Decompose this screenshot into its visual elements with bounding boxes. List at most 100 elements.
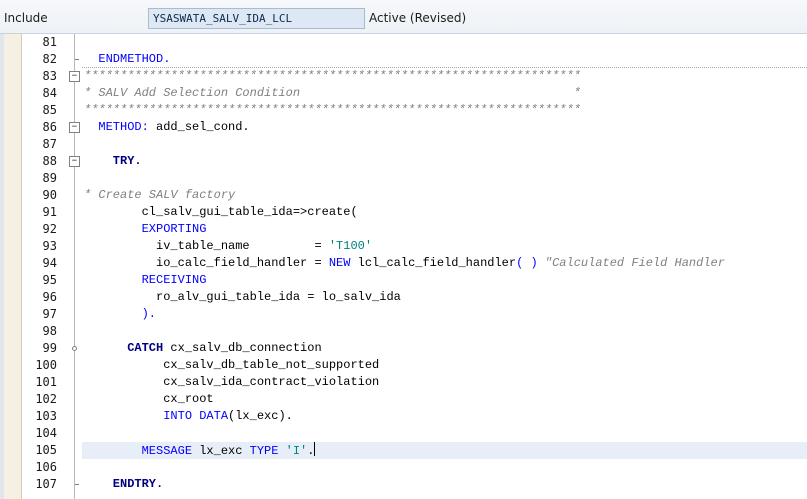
code-line[interactable]: 106	[0, 459, 807, 476]
code-text: * Create SALV factory	[84, 187, 235, 204]
editor-header: Include YSASWATA_SALV_IDA_LCL Active (Re…	[0, 0, 807, 34]
line-number: 97	[42, 307, 57, 321]
code-text: CATCH cx_salv_db_connection	[84, 340, 322, 357]
text-cursor	[314, 442, 316, 456]
code-text: cx_salv_db_table_not_supported	[84, 357, 379, 374]
line-number: 94	[42, 256, 57, 270]
code-line[interactable]: 95 RECEIVING	[0, 272, 807, 289]
code-text: iv_table_name = 'T100'	[84, 238, 372, 255]
code-line[interactable]: 89	[0, 170, 807, 187]
code-line[interactable]: 98	[0, 323, 807, 340]
fold-end-tick	[75, 59, 79, 60]
code-token: ****************************************…	[84, 103, 581, 117]
line-number: 83	[42, 69, 57, 83]
status-text: Active (Revised)	[369, 11, 467, 25]
code-token: TRY.	[84, 154, 142, 168]
code-token: cl_salv_gui_table_ida=>create(	[84, 205, 358, 219]
line-number: 102	[35, 392, 57, 406]
line-number: 96	[42, 290, 57, 304]
line-number: 84	[42, 86, 57, 100]
code-token: cx_root	[84, 392, 214, 406]
code-token: add_sel_cond.	[148, 120, 250, 134]
line-number: 104	[35, 426, 57, 440]
code-text: METHOD: add_sel_cond.	[84, 119, 250, 136]
code-line[interactable]: 104	[0, 425, 807, 442]
code-text: ro_alv_gui_table_ida = lo_salv_ida	[84, 289, 401, 306]
fold-toggle-icon[interactable]: −	[69, 156, 80, 167]
code-token: ).	[84, 307, 157, 321]
code-line[interactable]: 91 cl_salv_gui_table_ida=>create(	[0, 204, 807, 221]
code-token: (lx_exc).	[228, 409, 293, 423]
code-text: ****************************************…	[84, 102, 581, 119]
code-line[interactable]: 81	[0, 34, 807, 51]
fold-toggle-icon[interactable]: −	[69, 122, 80, 133]
code-line[interactable]: 83 − *************************************…	[0, 68, 807, 85]
fold-toggle-icon[interactable]: −	[69, 71, 80, 82]
code-line[interactable]: 93 iv_table_name = 'T100'	[0, 238, 807, 255]
fold-end-tick	[75, 484, 79, 485]
code-token: CATCH	[84, 341, 164, 355]
code-token: io_calc_field_handler =	[84, 256, 329, 270]
code-line[interactable]: 101 cx_salv_ida_contract_violation	[0, 374, 807, 391]
code-token: EXPORTING	[84, 222, 207, 236]
code-text: ).	[84, 306, 156, 323]
code-line[interactable]: 86 − METHOD: add_sel_cond.	[0, 119, 807, 136]
line-number: 98	[42, 324, 57, 338]
line-number: 93	[42, 239, 57, 253]
code-text: * SALV Add Selection Condition *	[84, 85, 581, 102]
code-line[interactable]: 82 ENDMETHOD.	[0, 51, 807, 68]
code-token: .	[307, 444, 315, 458]
code-token: cx_salv_db_table_not_supported	[84, 358, 380, 372]
program-name-field[interactable]: YSASWATA_SALV_IDA_LCL	[148, 8, 365, 29]
code-token: cx_salv_db_connection	[163, 341, 322, 355]
code-line[interactable]: 92 EXPORTING	[0, 221, 807, 238]
code-token: TYPE	[249, 444, 279, 458]
line-number: 101	[35, 375, 57, 389]
code-line[interactable]: 96 ro_alv_gui_table_ida = lo_salv_ida	[0, 289, 807, 306]
code-line[interactable]: 90 * Create SALV factory	[0, 187, 807, 204]
code-line[interactable]: 107 ENDTRY.	[0, 476, 807, 493]
code-line[interactable]: 85 **************************************…	[0, 102, 807, 119]
code-line[interactable]: 97 ).	[0, 306, 807, 323]
code-text: cx_salv_ida_contract_violation	[84, 374, 379, 391]
code-line[interactable]: 100 cx_salv_db_table_not_supported	[0, 357, 807, 374]
code-text: ENDMETHOD.	[84, 51, 170, 68]
line-number: 103	[35, 409, 57, 423]
line-number: 87	[42, 137, 57, 151]
code-text: MESSAGE lx_exc TYPE 'I'.	[84, 442, 316, 460]
code-token: ENDMETHOD.	[84, 52, 171, 66]
code-text: cx_root	[84, 391, 214, 408]
code-line[interactable]: 84 * SALV Add Selection Condition *	[0, 85, 807, 102]
line-number: 100	[35, 358, 57, 372]
include-label: Include	[4, 11, 48, 25]
code-editor[interactable]: 81 82 ENDMETHOD. 83− **********************…	[0, 34, 807, 499]
line-number: 99	[42, 341, 57, 355]
line-number: 107	[35, 477, 57, 491]
code-text: io_calc_field_handler = NEW lcl_calc_fie…	[84, 255, 725, 272]
code-line[interactable]: 103 INTO DATA(lx_exc).	[0, 408, 807, 425]
line-number: 92	[42, 222, 57, 236]
code-token: iv_table_name =	[84, 239, 329, 253]
line-number: 106	[35, 460, 57, 474]
code-line[interactable]: 87	[0, 136, 807, 153]
code-token: * Create SALV factory	[84, 188, 236, 202]
code-line[interactable]: 102 cx_root	[0, 391, 807, 408]
code-text: cl_salv_gui_table_ida=>create(	[84, 204, 358, 221]
code-token: "Calculated Field Handler	[537, 256, 725, 270]
code-token: ****************************************…	[84, 69, 581, 83]
code-line[interactable]: 88 − TRY.	[0, 153, 807, 170]
code-line[interactable]: 105 MESSAGE lx_exc TYPE 'I'.	[0, 442, 807, 459]
line-number: 88	[42, 154, 57, 168]
code-line[interactable]: 94 io_calc_field_handler = NEW lcl_calc_…	[0, 255, 807, 272]
line-number: 85	[42, 103, 57, 117]
code-token: * SALV Add Selection Condition *	[84, 86, 581, 100]
line-number: 105	[35, 443, 57, 457]
line-number: 86	[42, 120, 57, 134]
code-token: lx_exc	[192, 444, 250, 458]
code-token: METHOD:	[84, 120, 149, 134]
code-token: MESSAGE	[84, 444, 193, 458]
line-number: 95	[42, 273, 57, 287]
code-text: ****************************************…	[84, 68, 581, 85]
code-text: EXPORTING	[84, 221, 207, 238]
code-line[interactable]: 99 CATCH cx_salv_db_connection	[0, 340, 807, 357]
